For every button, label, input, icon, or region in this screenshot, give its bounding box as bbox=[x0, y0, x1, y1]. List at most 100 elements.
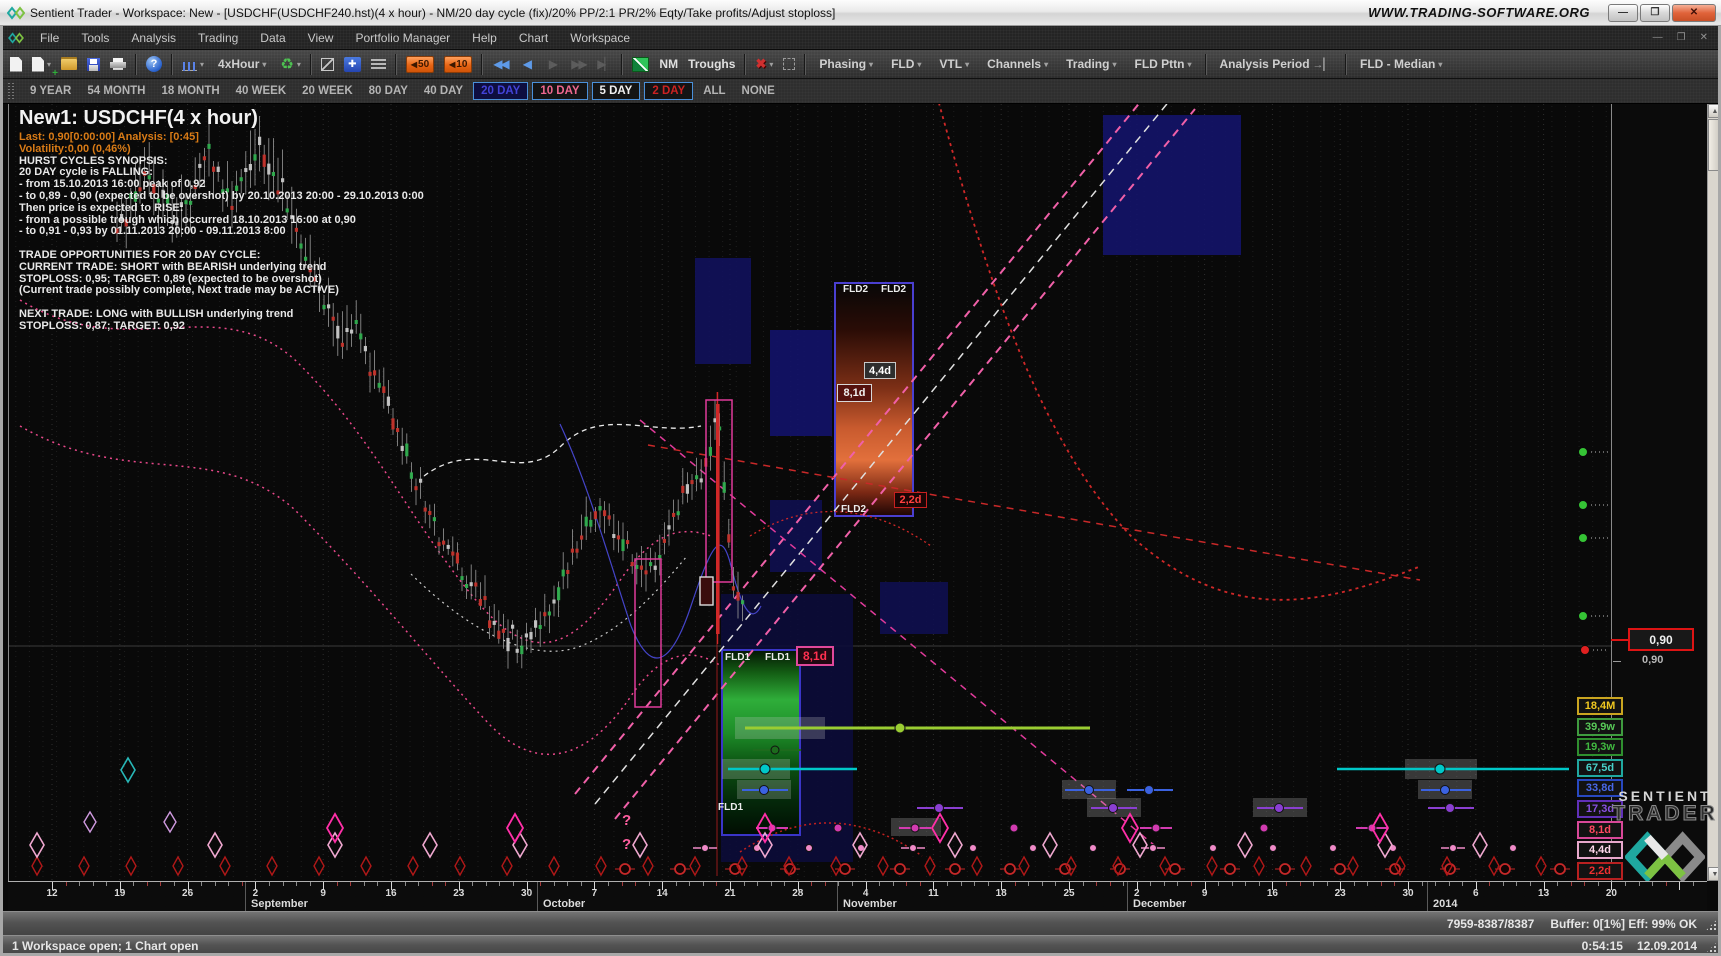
toolbar-separator bbox=[310, 54, 312, 75]
menu-trading[interactable]: Trading bbox=[187, 31, 249, 45]
toolbar-menu-fld-pttn[interactable]: FLD Pttn▾ bbox=[1126, 53, 1199, 76]
cycle-marker-dot bbox=[970, 845, 977, 852]
menu-label: Channels bbox=[987, 57, 1041, 71]
candle-range-info: 7959-8387/8387 bbox=[1447, 917, 1534, 931]
analysis-period-button[interactable]: Analysis Period→▏ bbox=[1212, 53, 1341, 76]
sentient-logo: SENTIENT TRADER bbox=[1612, 788, 1718, 891]
cycle-diamond bbox=[948, 833, 962, 857]
toolbar-menu-trading[interactable]: Trading▾ bbox=[1058, 53, 1124, 76]
mdi-restore-icon[interactable]: ❐ bbox=[1670, 32, 1693, 43]
chevron-down-icon: ▾ bbox=[869, 60, 873, 69]
axis-tick bbox=[920, 882, 921, 886]
nav-fast-back-button[interactable]: ◀◀ bbox=[487, 57, 513, 71]
axis-tick bbox=[337, 882, 338, 886]
timeframe-none-button[interactable]: NONE bbox=[734, 83, 783, 99]
delete-analysis-button[interactable]: ✖▾ bbox=[751, 53, 777, 76]
nav-back-button[interactable]: ◀ bbox=[513, 57, 539, 71]
timeframe-40-week[interactable]: 40 WEEK bbox=[228, 83, 295, 99]
new-analysis-button[interactable]: +▾ bbox=[28, 53, 55, 76]
minimize-button[interactable]: — bbox=[1608, 4, 1638, 22]
zoom-box-button[interactable] bbox=[317, 53, 338, 76]
menu-file[interactable]: File bbox=[29, 31, 70, 45]
month-separator bbox=[1427, 882, 1428, 911]
menu-tools[interactable]: Tools bbox=[70, 31, 120, 45]
timeframe-10-day[interactable]: 10 DAY bbox=[532, 82, 587, 100]
price-axis[interactable]: 0,90 0,90 bbox=[1611, 104, 1707, 881]
cycle-diamond bbox=[1019, 857, 1029, 875]
nm-chart-button[interactable] bbox=[628, 53, 653, 76]
menu-analysis[interactable]: Analysis bbox=[120, 31, 187, 45]
cycle-diamond bbox=[32, 857, 42, 875]
skip-back-50-button[interactable]: ◀50 bbox=[402, 53, 438, 76]
timeframe-all-button[interactable]: ALL bbox=[695, 83, 733, 99]
timeframe-40-day[interactable]: 40 DAY bbox=[416, 83, 471, 99]
help-button[interactable]: ? bbox=[142, 53, 166, 76]
legend-18-4m[interactable]: 18,4M bbox=[1577, 697, 1623, 715]
question-marker: ? bbox=[622, 836, 631, 853]
axis-tick bbox=[160, 882, 161, 886]
timeframe-20-week[interactable]: 20 WEEK bbox=[294, 83, 361, 99]
timeframe-54-month[interactable]: 54 MONTH bbox=[79, 83, 153, 99]
timeframe-80-day[interactable]: 80 DAY bbox=[361, 83, 416, 99]
drag-grip-icon[interactable] bbox=[8, 83, 14, 99]
toolbar-menu-fld[interactable]: FLD▾ bbox=[883, 53, 929, 76]
legend-39-9w[interactable]: 39,9w bbox=[1577, 718, 1623, 736]
mdi-minimize-icon[interactable]: — bbox=[1646, 32, 1670, 43]
legend-19-3w[interactable]: 19,3w bbox=[1577, 738, 1623, 756]
menu-data[interactable]: Data bbox=[249, 31, 296, 45]
line-tools-button[interactable] bbox=[367, 53, 390, 76]
menu-chart[interactable]: Chart bbox=[508, 31, 559, 45]
axis-tick bbox=[1598, 882, 1599, 886]
toolbar-menu-phasing[interactable]: Phasing▾ bbox=[811, 53, 881, 76]
toolbar-menu-vtl[interactable]: VTL▾ bbox=[931, 53, 977, 76]
nav-fast-forward-button[interactable]: ▶▶ bbox=[565, 57, 591, 71]
timeframe-2-day[interactable]: 2 DAY bbox=[644, 82, 693, 100]
refresh-button[interactable]: ♻▾ bbox=[276, 53, 304, 76]
x-axis[interactable]: 1219262916233071421284111825291623306132… bbox=[8, 881, 1707, 911]
nav-end-button[interactable]: ▶▏ bbox=[591, 57, 617, 71]
legend-67-5d[interactable]: 67,5d bbox=[1577, 759, 1623, 777]
pan-button[interactable]: ✚ bbox=[340, 53, 365, 76]
cycle-diamond bbox=[1207, 857, 1217, 875]
mdi-close-icon[interactable]: ✕ bbox=[1693, 32, 1715, 43]
projection-zone bbox=[695, 258, 751, 364]
chart-style-button[interactable]: ▾ bbox=[178, 53, 208, 76]
selection-box-button[interactable] bbox=[779, 53, 799, 76]
projection-zone bbox=[770, 500, 822, 572]
timeframe-5-day[interactable]: 5 DAY bbox=[592, 82, 641, 100]
toolbar-menu-channels[interactable]: Channels▾ bbox=[979, 53, 1056, 76]
print-button[interactable] bbox=[106, 53, 130, 76]
cycle-diamond bbox=[1378, 833, 1392, 857]
timeframe-dropdown[interactable]: 4xHour▾ bbox=[210, 53, 274, 76]
axis-tick bbox=[744, 882, 745, 886]
menu-portfolio-manager[interactable]: Portfolio Manager bbox=[344, 31, 461, 45]
troughs-button[interactable]: Troughs bbox=[683, 57, 740, 71]
nm-label[interactable]: NM bbox=[654, 57, 683, 71]
menu-workspace[interactable]: Workspace bbox=[559, 31, 641, 45]
menu-help[interactable]: Help bbox=[461, 31, 508, 45]
new-chart-button[interactable] bbox=[6, 53, 26, 76]
menu-label: Trading bbox=[1066, 57, 1109, 71]
fld-median-dropdown[interactable]: FLD - Median▾ bbox=[1352, 53, 1450, 76]
menu-view[interactable]: View bbox=[297, 31, 345, 45]
timeframe-18-month[interactable]: 18 MONTH bbox=[154, 83, 228, 99]
axis-tick bbox=[445, 882, 446, 886]
timeframe-9-year[interactable]: 9 YEAR bbox=[22, 83, 79, 99]
cycle-diamond bbox=[1254, 857, 1264, 875]
resize-grip-icon[interactable] bbox=[1705, 919, 1718, 932]
month-separator bbox=[245, 882, 246, 911]
nav-forward-button[interactable]: ▶ bbox=[539, 57, 565, 71]
chart-canvas[interactable]: New1: USDCHF(4 x hour) Last: 0,90[0:00:0… bbox=[8, 104, 1611, 881]
skip-back-10-button[interactable]: ◀10 bbox=[440, 53, 476, 76]
projection-zone bbox=[880, 582, 948, 634]
maximize-button[interactable]: ❐ bbox=[1640, 4, 1670, 22]
timeframe-20-day[interactable]: 20 DAY bbox=[473, 82, 528, 100]
save-button[interactable] bbox=[83, 53, 104, 76]
cycle-diamond bbox=[878, 857, 888, 875]
cycle-diamond bbox=[643, 857, 653, 875]
chevron-down-icon: ▾ bbox=[297, 60, 301, 69]
open-button[interactable] bbox=[57, 53, 81, 76]
red-x-icon: ✖ bbox=[755, 56, 766, 72]
close-button[interactable]: ✕ bbox=[1672, 4, 1716, 22]
axis-tick bbox=[147, 882, 148, 886]
